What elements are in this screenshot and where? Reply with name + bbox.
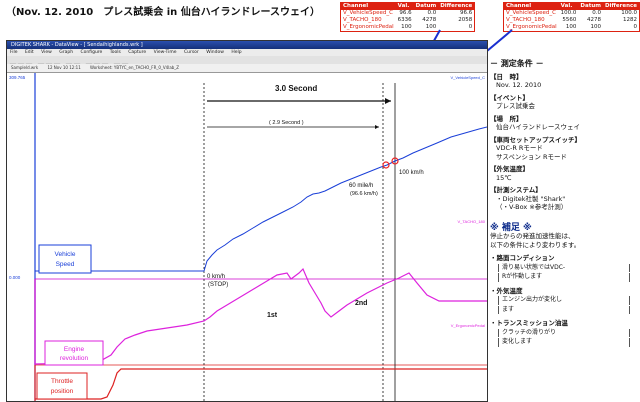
y-min-label: 0.000 <box>9 275 21 280</box>
notes-intro-2: 以下の条件により変わります。 <box>490 240 581 249</box>
cond-value: VDC-R Rモード <box>496 144 543 152</box>
note-detail: ます <box>498 305 630 314</box>
note-detail: Rが作動します <box>498 273 630 282</box>
cond-value: Nov. 12. 2010 <box>496 81 542 89</box>
conditions-panel: － 測定条件 － 【日 時】 Nov. 12. 2010 【イベント】 プレス試… <box>490 59 638 400</box>
note-road-condition: ・路面コンディション <box>490 254 555 262</box>
annotation-stop: (STOP) <box>208 282 228 288</box>
cond-label: 【車両セットアップスイッチ】 <box>490 135 581 144</box>
cond-label: 【日 時】 <box>490 72 523 81</box>
channel-tag-pedal: V_ErgonomicPedal <box>451 323 485 328</box>
plot-area[interactable]: 309.765 0.000 3.0 Second ( 2.9 Second ) <box>7 73 487 401</box>
tab-date[interactable]: 12 Nov 10 12:11 <box>47 65 80 70</box>
document-tab-bar: Sampleld.wrk 12 Nov 10 12:11 Worksheet: … <box>7 64 487 73</box>
label-throttle-2: position <box>51 388 74 395</box>
annotation-100kmh: 100 km/h <box>399 170 424 176</box>
cond-value: 仙台ハイランドレースウェイ <box>496 123 581 131</box>
cond-label: 【計測システム】 <box>490 186 542 194</box>
note-detail: 滑り易い状態ではVDC- <box>498 263 630 272</box>
note-detail: 変化します <box>498 338 630 347</box>
menu-view-time[interactable]: View-Time <box>154 50 177 55</box>
tab-worksheet[interactable]: Worksheet: YBTYC_en_TACHO_FR_0_V4lab_Z <box>90 65 179 70</box>
conditions-heading: － 測定条件 － <box>490 59 544 68</box>
window-titlebar: DIGITEK SHARK - DataView - [ Sendaihighl… <box>7 41 487 49</box>
menu-capture[interactable]: Capture <box>128 50 146 55</box>
cond-label: 【場 所】 <box>490 114 523 123</box>
menu-view[interactable]: View <box>41 50 52 55</box>
menu-bar: File Edit View Graph Configure Tools Cap… <box>7 49 487 56</box>
menu-help[interactable]: Help <box>231 50 241 55</box>
annotation-60mph-kmh: (96.6 km/h) <box>350 191 378 197</box>
menu-edit[interactable]: Edit <box>25 50 34 55</box>
note-detail: エンジン出力が変化し <box>498 296 630 305</box>
menu-graph[interactable]: Graph <box>59 50 73 55</box>
menu-configure[interactable]: Configure <box>81 50 103 55</box>
y-max-label: 309.765 <box>9 75 26 80</box>
label-vehicle-speed: Vehicle <box>55 251 76 258</box>
channel-tag-tacho: V_TACHO_180 <box>458 219 486 224</box>
menu-tools[interactable]: Tools <box>110 50 121 55</box>
interval-label: 3.0 Second <box>275 84 317 93</box>
tab-file[interactable]: Sampleld.wrk <box>11 65 38 70</box>
notes-heading: ※ 補足 ※ <box>490 222 532 233</box>
dataview-window: DIGITEK SHARK - DataView - [ Sendaihighl… <box>6 40 488 402</box>
annotation-60mph: 60 mile/h <box>349 183 373 189</box>
menu-file[interactable]: File <box>10 50 18 55</box>
cond-value: （・V-Box ※参考計測） <box>496 203 568 211</box>
label-engine-revolution: Engine <box>64 346 85 353</box>
menu-cursor[interactable]: Cursor <box>184 50 199 55</box>
note-transmission-oil: ・トランスミッション油温 <box>490 319 568 327</box>
label-throttle: Throttle <box>51 378 73 385</box>
cond-value: 15℃ <box>496 173 512 182</box>
note-ambient-temp: ・外気温度 <box>490 286 523 295</box>
channel-tag-speed: V_VehicleSpeed_C <box>451 75 486 80</box>
cond-value: サスペンション Rモード <box>496 152 567 161</box>
gear-label-1st: 1st <box>267 312 278 319</box>
window-title: DIGITEK SHARK - DataView - [ Sendaihighl… <box>11 42 143 48</box>
menu-window[interactable]: Window <box>206 50 224 55</box>
cond-label: 【イベント】 <box>490 93 529 102</box>
annotation-0kmh: 0 km/h <box>207 274 225 280</box>
gear-label-2nd: 2nd <box>355 300 367 307</box>
cond-value: ・Digitek社製 "Shark" <box>496 194 566 203</box>
notes-intro: 停止からの発進加速性能は、 <box>490 232 575 240</box>
label-vehicle-speed-2: Speed <box>56 261 75 268</box>
interval-sub-label: ( 2.9 Second ) <box>269 120 304 126</box>
label-engine-revolution-2: revolution <box>60 355 89 362</box>
note-detail: クラッチの滑りがり <box>498 328 630 337</box>
cond-label: 【外気温度】 <box>490 165 529 173</box>
cond-value: プレス試乗会 <box>496 102 535 110</box>
